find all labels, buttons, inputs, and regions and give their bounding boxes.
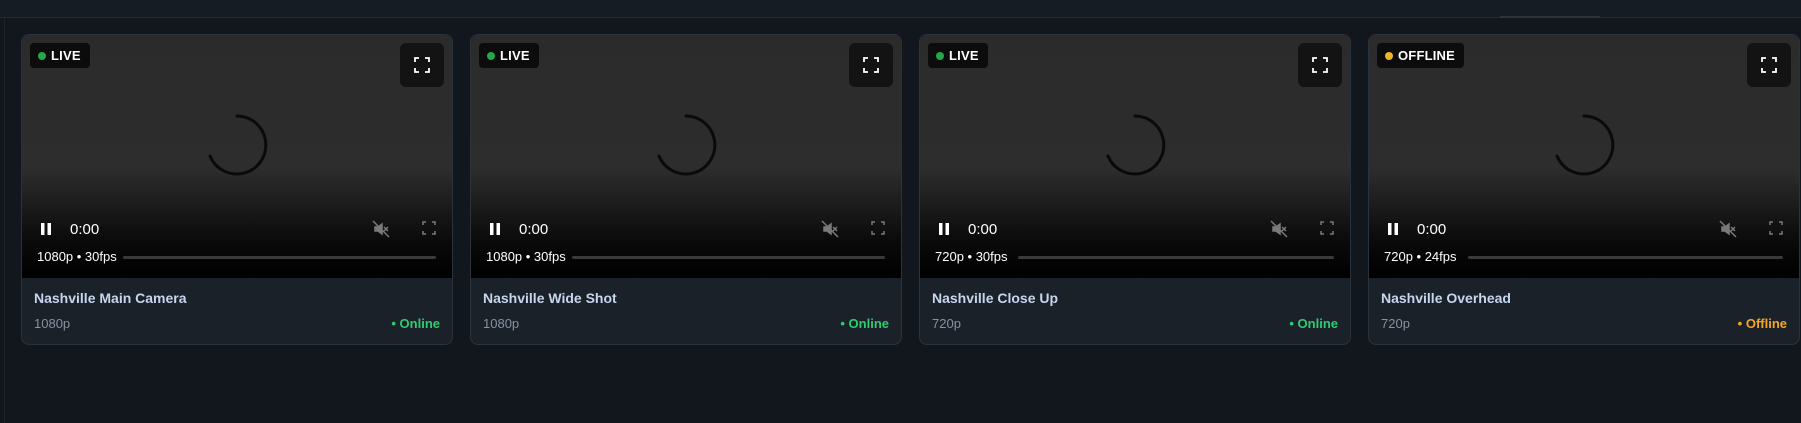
- live-status-badge: LIVE: [928, 43, 988, 68]
- player-controls: 0:00: [920, 213, 1350, 243]
- muted-speaker-icon[interactable]: [821, 220, 839, 238]
- live-status-badge: LIVE: [30, 43, 90, 68]
- camera-quality: 720p: [932, 316, 961, 331]
- loading-spinner-icon: [1555, 114, 1615, 176]
- player-fullscreen-icon[interactable]: [871, 221, 885, 235]
- video-player[interactable]: OFFLINE 0:00 720p • 24fps: [1369, 35, 1799, 278]
- camera-name: Nashville Overhead: [1381, 290, 1511, 306]
- badge-label: LIVE: [949, 48, 979, 63]
- live-status-badge: LIVE: [479, 43, 539, 68]
- player-controls: 0:00: [1369, 213, 1799, 243]
- player-controls: 0:00: [471, 213, 901, 243]
- pause-icon[interactable]: [39, 222, 53, 236]
- pause-icon[interactable]: [1386, 222, 1400, 236]
- camera-quality: 1080p: [483, 316, 520, 331]
- offline-status-badge: OFFLINE: [1377, 43, 1465, 68]
- muted-speaker-icon[interactable]: [1719, 220, 1737, 238]
- progress-bar[interactable]: [1468, 256, 1783, 259]
- player-fullscreen-icon[interactable]: [1769, 221, 1783, 235]
- fullscreen-icon: [863, 57, 879, 73]
- badge-label: LIVE: [51, 48, 81, 63]
- playback-time: 0:00: [70, 221, 100, 238]
- progress-bar[interactable]: [1018, 256, 1334, 259]
- badge-label: OFFLINE: [1398, 48, 1456, 63]
- fullscreen-button[interactable]: [400, 43, 444, 87]
- offline-status: • Offline: [1737, 316, 1787, 331]
- camera-meta: Nashville Wide Shot 1080p • Online: [471, 278, 901, 344]
- online-status: • Online: [391, 316, 440, 331]
- camera-card[interactable]: LIVE 0:00 720p • 30fps Nashville Close U…: [919, 34, 1351, 345]
- player-info-row: 720p • 30fps: [920, 246, 1350, 266]
- loading-spinner-icon: [657, 114, 717, 176]
- progress-bar[interactable]: [572, 256, 885, 259]
- video-player[interactable]: LIVE 0:00 1080p • 30fps: [22, 35, 452, 278]
- loading-spinner-icon: [208, 114, 268, 176]
- pause-icon[interactable]: [937, 222, 951, 236]
- camera-card[interactable]: OFFLINE 0:00 720p • 24fps Nashville Over…: [1368, 34, 1800, 345]
- online-status: • Online: [1289, 316, 1338, 331]
- player-fullscreen-icon[interactable]: [1320, 221, 1334, 235]
- player-info-row: 720p • 24fps: [1369, 246, 1799, 266]
- camera-name: Nashville Main Camera: [34, 290, 187, 306]
- status-dot: [1385, 51, 1393, 60]
- playback-time: 0:00: [1417, 221, 1447, 238]
- fullscreen-button[interactable]: [1298, 43, 1342, 87]
- video-player[interactable]: LIVE 0:00 1080p • 30fps: [471, 35, 901, 278]
- playback-time: 0:00: [519, 221, 549, 238]
- status-dot: [487, 51, 495, 60]
- video-player[interactable]: LIVE 0:00 720p • 30fps: [920, 35, 1350, 278]
- status-dot: [936, 51, 944, 60]
- progress-bar[interactable]: [123, 256, 436, 259]
- camera-card[interactable]: LIVE 0:00 1080p • 30fps Nashvil: [21, 34, 453, 345]
- resolution-fps-label: 720p • 30fps: [935, 249, 1008, 264]
- resolution-fps-label: 1080p • 30fps: [37, 249, 117, 264]
- camera-quality: 720p: [1381, 316, 1410, 331]
- fullscreen-button[interactable]: [849, 43, 893, 87]
- left-divider: [4, 18, 5, 423]
- muted-speaker-icon[interactable]: [1270, 220, 1288, 238]
- fullscreen-icon: [1312, 57, 1328, 73]
- status-dot: [38, 51, 46, 60]
- player-fullscreen-icon[interactable]: [422, 221, 436, 235]
- top-bar: [0, 0, 1801, 18]
- camera-meta: Nashville Main Camera 1080p • Online: [22, 278, 452, 344]
- camera-grid: LIVE 0:00 1080p • 30fps Nashville Main C…: [21, 34, 1800, 345]
- muted-speaker-icon[interactable]: [372, 220, 390, 238]
- resolution-fps-label: 1080p • 30fps: [486, 249, 566, 264]
- camera-name: Nashville Close Up: [932, 290, 1059, 306]
- fullscreen-button[interactable]: [1747, 43, 1791, 87]
- resolution-fps-label: 720p • 24fps: [1384, 249, 1457, 264]
- fullscreen-icon: [1761, 57, 1777, 73]
- camera-quality: 1080p: [34, 316, 71, 331]
- pause-icon[interactable]: [488, 222, 502, 236]
- camera-card[interactable]: LIVE 0:00 1080p • 30fps Nashvil: [470, 34, 902, 345]
- player-info-row: 1080p • 30fps: [471, 246, 901, 266]
- camera-meta: Nashville Close Up 720p • Online: [920, 278, 1350, 344]
- camera-meta: Nashville Overhead 720p • Offline: [1369, 278, 1799, 344]
- top-bar-divider: [1500, 16, 1600, 18]
- online-status: • Online: [840, 316, 889, 331]
- badge-label: LIVE: [500, 48, 530, 63]
- loading-spinner-icon: [1106, 114, 1166, 176]
- player-controls: 0:00: [22, 213, 452, 243]
- player-info-row: 1080p • 30fps: [22, 246, 452, 266]
- fullscreen-icon: [414, 57, 430, 73]
- camera-name: Nashville Wide Shot: [483, 290, 617, 306]
- playback-time: 0:00: [968, 221, 998, 238]
